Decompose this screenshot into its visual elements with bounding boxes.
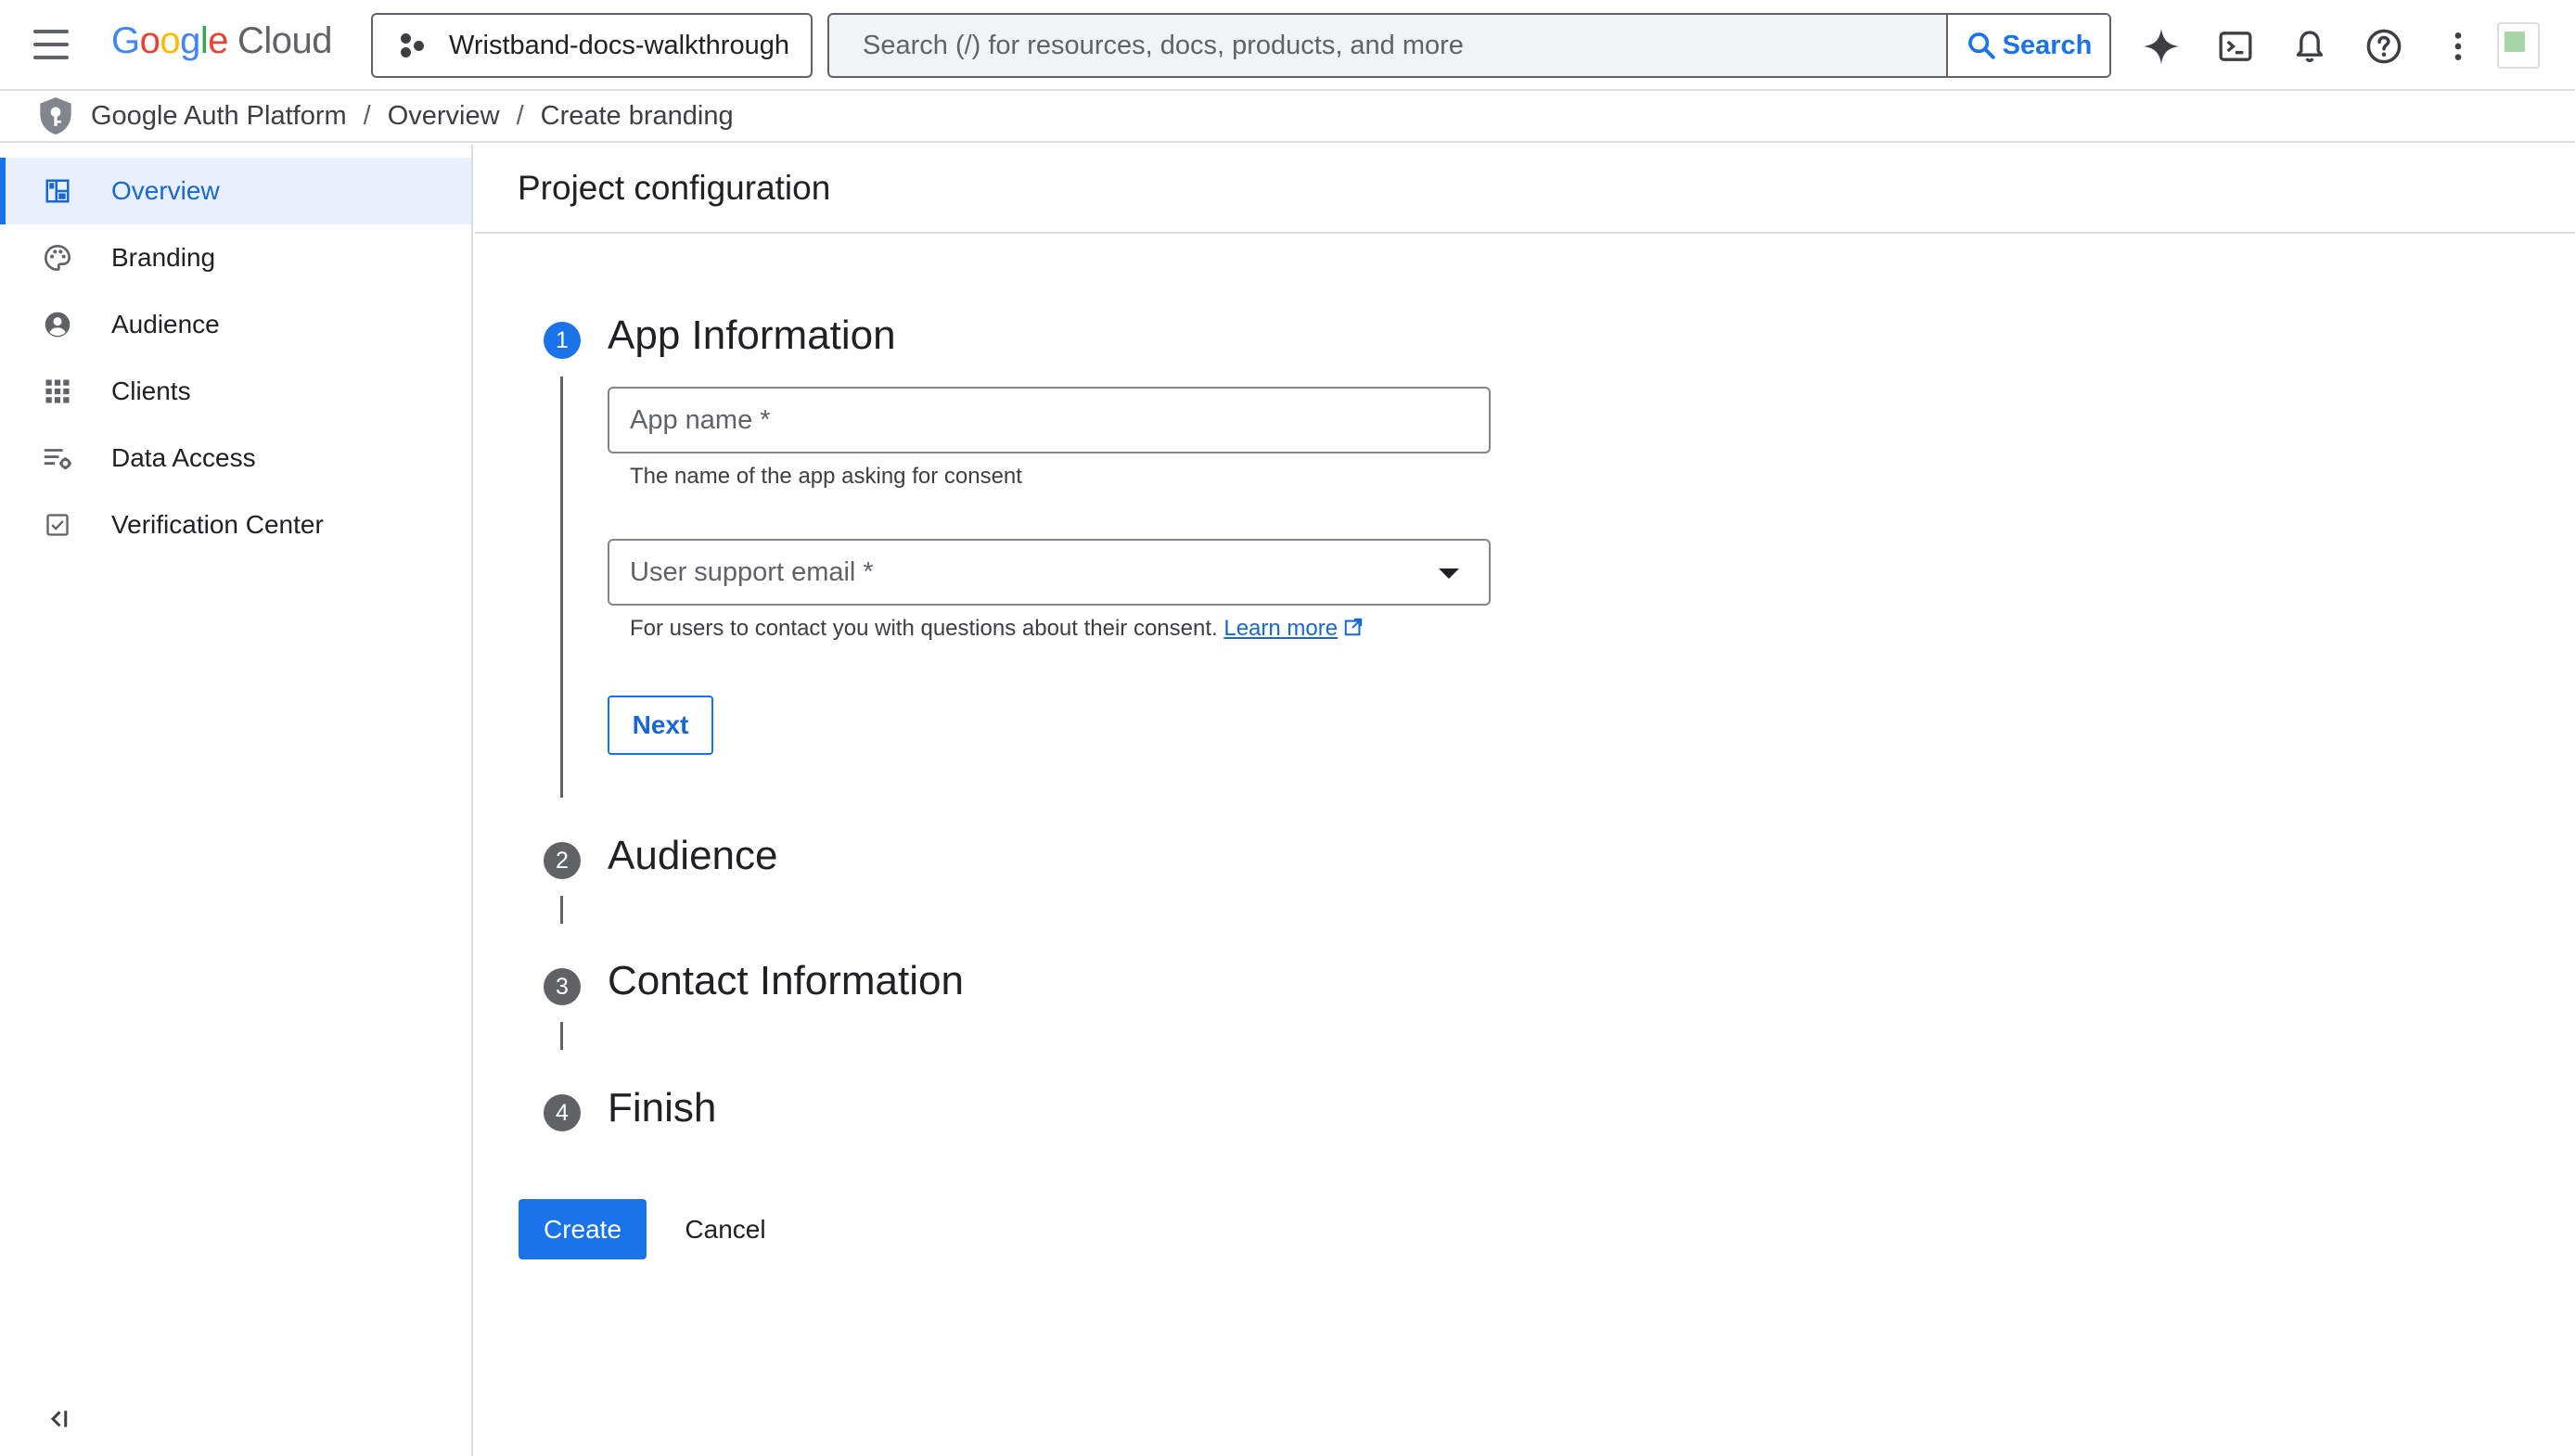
user-support-email-hint: For users to contact you with questions … [630,616,1364,642]
sidebar-item-label: Branding [111,243,216,272]
next-button[interactable]: Next [608,696,713,755]
main-header: Project configuration [475,145,2575,234]
logo-letter: o [160,20,181,61]
step-number-4: 4 [544,1094,581,1131]
step-title-contact-information[interactable]: Contact Information [608,958,964,1004]
open-in-new-icon [1344,618,1363,636]
sidebar-item-verification-center[interactable]: Verification Center [0,492,471,558]
sidebar-item-data-access[interactable]: Data Access [0,425,471,492]
search-bar: Search [827,13,2111,78]
search-icon [1967,32,1995,59]
app-name-hint: The name of the app asking for consent [630,464,1022,489]
logo-letter: g [180,20,200,61]
step-number-1: 1 [544,322,581,359]
checkbox-icon [41,508,74,542]
breadcrumb: Google Auth Platform / Overview / Create… [0,91,2575,143]
notifications-icon[interactable] [2286,22,2334,70]
cancel-button[interactable]: Cancel [668,1199,783,1259]
avatar[interactable] [2497,22,2540,69]
step-title-audience[interactable]: Audience [608,833,777,879]
step-title-finish[interactable]: Finish [608,1085,716,1131]
app-name-field [608,387,1491,453]
user-support-email-label: User support email * [630,557,874,587]
step-connector [560,377,563,798]
dropdown-arrow-icon [1439,568,1459,579]
breadcrumb-item-create-branding: Create branding [540,100,734,131]
sidebar-item-clients[interactable]: Clients [0,358,471,425]
apps-grid-icon [41,375,74,408]
logo-letter: o [139,20,160,61]
breadcrumb-item-overview[interactable]: Overview [388,101,500,132]
sidebar-item-label: Verification Center [111,510,324,539]
step-number-3: 3 [544,968,581,1005]
search-button-label: Search [2002,30,2093,60]
breadcrumb-item-google-auth-platform[interactable]: Google Auth Platform [91,101,347,132]
step-connector [560,896,563,924]
project-dots-icon [399,32,427,59]
sidebar-item-label: Clients [111,377,191,405]
learn-more-link[interactable]: Learn more [1223,616,1338,641]
logo-letter: l [199,20,209,61]
app-name-input[interactable] [609,389,1489,452]
sidebar-item-label: Overview [111,176,220,205]
google-wordmark: Google [111,20,229,61]
cloud-wordmark: Cloud [237,20,333,61]
step-connector [560,1022,563,1050]
create-button[interactable]: Create [519,1199,647,1259]
user-support-email-select[interactable]: User support email * [608,539,1491,606]
step-title-app-information[interactable]: App Information [608,313,896,359]
shield-key-icon [40,97,71,134]
logo-letter: G [111,20,140,61]
project-name: Wristband-docs-walkthrough [449,30,789,60]
help-icon[interactable] [2360,22,2408,70]
search-input[interactable] [829,15,1947,76]
logo-letter: e [208,20,229,61]
google-cloud-logo[interactable]: Google Cloud [111,20,333,62]
collapse-sidebar-icon[interactable] [39,1400,76,1437]
hamburger-menu-icon[interactable] [28,26,74,63]
top-app-bar: Google Cloud Wristband-docs-walkthrough S… [0,0,2575,91]
account-circle-icon [41,308,74,341]
cloud-shell-icon[interactable] [2211,22,2260,70]
more-vert-icon[interactable] [2434,22,2482,70]
sidebar-item-label: Audience [111,310,220,338]
sidebar-item-audience[interactable]: Audience [0,291,471,358]
step-number-2: 2 [544,842,581,879]
list-settings-icon [41,441,74,475]
search-button[interactable]: Search [1946,15,2109,76]
gemini-spark-icon[interactable] [2137,22,2185,70]
sidebar: Overview Branding Audience Clients Data … [0,145,473,1456]
palette-icon [41,241,74,275]
breadcrumb-separator: / [363,100,371,131]
sidebar-item-overview[interactable]: Overview [0,158,471,224]
breadcrumb-separator: / [516,100,524,131]
page-title: Project configuration [518,169,831,207]
sidebar-item-label: Data Access [111,443,256,472]
sidebar-item-branding[interactable]: Branding [0,224,471,291]
project-picker-button[interactable]: Wristband-docs-walkthrough [371,13,813,78]
dashboard-icon [41,174,74,208]
user-support-email-hint-text: For users to contact you with questions … [630,616,1218,641]
